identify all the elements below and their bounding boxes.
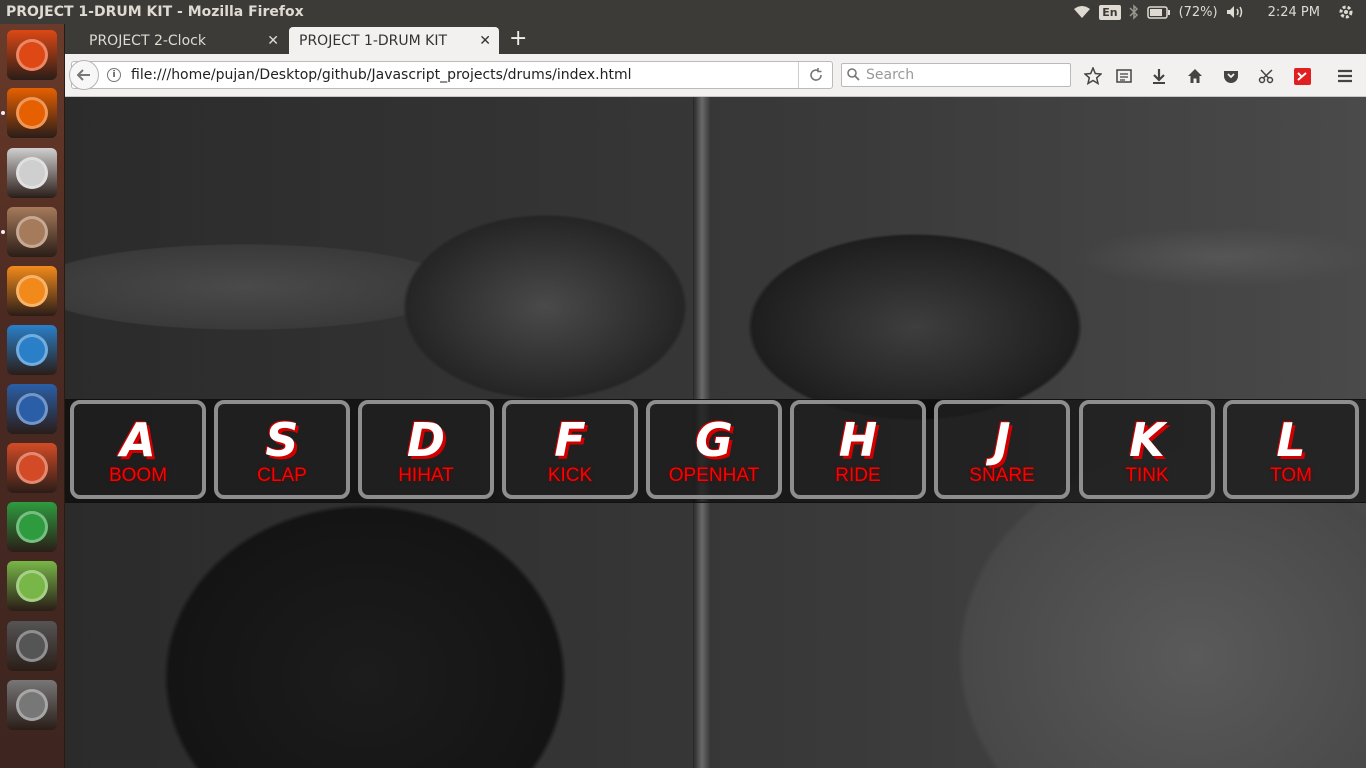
launcher-brackets-icon[interactable] [7,325,57,375]
drum-key-f[interactable]: F KICK [502,400,638,499]
android-studio-icon [16,570,48,602]
key-letter: G [695,413,733,467]
launcher-app-stack-icon[interactable] [7,680,57,730]
download-arrow-icon[interactable] [1148,65,1170,87]
app-stack-icon [16,689,48,721]
launcher-workspace-switcher-icon[interactable] [7,621,57,671]
launcher-libreoffice-writer-icon[interactable] [7,384,57,434]
libreoffice-impress-icon [16,452,48,484]
drum-key-h[interactable]: H RIDE [790,400,926,499]
search-placeholder: Search [866,67,915,83]
drum-key-g[interactable]: G OPENHAT [646,400,782,499]
launcher-firefox-icon[interactable] [7,88,57,138]
tab-project-2-clock[interactable]: PROJECT 2-Clock ✕ [65,27,287,54]
running-indicator [1,111,5,115]
drum-key-k[interactable]: K TINK [1079,400,1215,499]
tab-label: PROJECT 1-DRUM KIT [299,32,448,49]
new-tab-plus-icon[interactable]: + [509,27,527,51]
close-tab-icon[interactable]: ✕ [479,33,491,49]
bluetooth-icon[interactable] [1129,4,1139,20]
battery-icon[interactable] [1146,5,1171,19]
key-sound-label: HIHAT [398,465,454,486]
text-editor-icon [16,157,48,189]
brackets-icon [16,334,48,366]
launcher-android-studio-icon[interactable] [7,561,57,611]
tab-project-1-drum-kit[interactable]: PROJECT 1-DRUM KIT ✕ [289,27,499,54]
launcher-libreoffice-impress-icon[interactable] [7,443,57,493]
volume-icon[interactable] [1226,5,1246,19]
key-letter: S [265,413,299,467]
ubuntu-dash-icon [16,39,48,71]
key-letter: H [838,413,878,467]
drum-key-a[interactable]: A BOOM [70,400,206,499]
libreoffice-writer-icon [16,393,48,425]
search-icon [842,66,860,85]
key-sound-label: BOOM [108,465,168,486]
addon-red-icon[interactable] [1291,65,1313,87]
back-arrow-icon[interactable] [69,60,99,90]
launcher-files-icon[interactable] [7,207,57,257]
window-title: PROJECT 1-DRUM KIT - Mozilla Firefox [6,4,304,20]
top-panel: PROJECT 1-DRUM KIT - Mozilla Firefox En … [0,0,1366,24]
settings-gear-icon[interactable] [1338,4,1354,20]
firefox-icon [16,97,48,129]
home-icon[interactable] [1184,65,1206,87]
key-letter: D [406,413,446,467]
libreoffice-calc-icon [16,511,48,543]
panel-clock[interactable]: 2:24 PM [1268,5,1320,20]
close-tab-icon[interactable]: ✕ [267,33,279,49]
workspace-switcher-icon [16,630,48,662]
screenshot-scissors-icon[interactable] [1256,65,1278,87]
key-letter: A [120,413,156,467]
url-bar[interactable]: i file:///home/pujan/Desktop/github/Java… [69,60,833,90]
key-letter: L [1276,413,1306,467]
key-sound-label: KICK [547,465,593,486]
battery-percent: (72%) [1178,4,1218,20]
reload-icon[interactable] [798,62,832,88]
pocket-icon[interactable] [1220,65,1242,87]
running-indicator [1,230,5,234]
key-letter: F [554,413,586,467]
launcher-libreoffice-calc-icon[interactable] [7,502,57,552]
site-info-icon[interactable]: i [107,68,121,82]
drum-key-d[interactable]: D HIHAT [358,400,494,499]
drum-key-s[interactable]: S CLAP [214,400,350,499]
drum-kit-page: A BOOM S CLAP D HIHAT F KICK G OPENHAT H… [65,97,1366,768]
launcher-ubuntu-dash-icon[interactable] [7,30,57,80]
keyboard-layout-indicator[interactable]: En [1099,4,1121,20]
wifi-icon[interactable] [1073,5,1091,19]
key-letter: K [1129,413,1165,467]
search-input[interactable]: Search [841,63,1071,87]
key-sound-label: CLAP [257,465,307,486]
panel-indicators: En (72%) 2:24 PM [1073,4,1366,20]
drum-key-j[interactable]: J SNARE [934,400,1070,499]
unity-launcher [0,24,65,768]
key-sound-label: TINK [1125,465,1169,486]
bookmarks-list-icon[interactable] [1113,65,1135,87]
tab-bar: PROJECT 2-Clock ✕ PROJECT 1-DRUM KIT ✕ + [65,24,1366,54]
sublime-text-icon [16,275,48,307]
key-sound-label: SNARE [969,465,1035,486]
tab-label: PROJECT 2-Clock [89,32,206,49]
launcher-sublime-text-icon[interactable] [7,266,57,316]
url-text[interactable]: file:///home/pujan/Desktop/github/Javasc… [131,67,631,83]
hamburger-menu-icon[interactable] [1334,65,1356,87]
launcher-text-editor-icon[interactable] [7,148,57,198]
key-sound-label: RIDE [835,465,881,486]
bookmark-star-icon[interactable] [1082,65,1104,87]
navigation-toolbar: i file:///home/pujan/Desktop/github/Java… [65,54,1366,97]
key-letter: J [993,413,1011,467]
key-sound-label: TOM [1270,465,1312,486]
drum-key-l[interactable]: L TOM [1223,400,1359,499]
files-icon [16,216,48,248]
key-sound-label: OPENHAT [668,465,760,486]
